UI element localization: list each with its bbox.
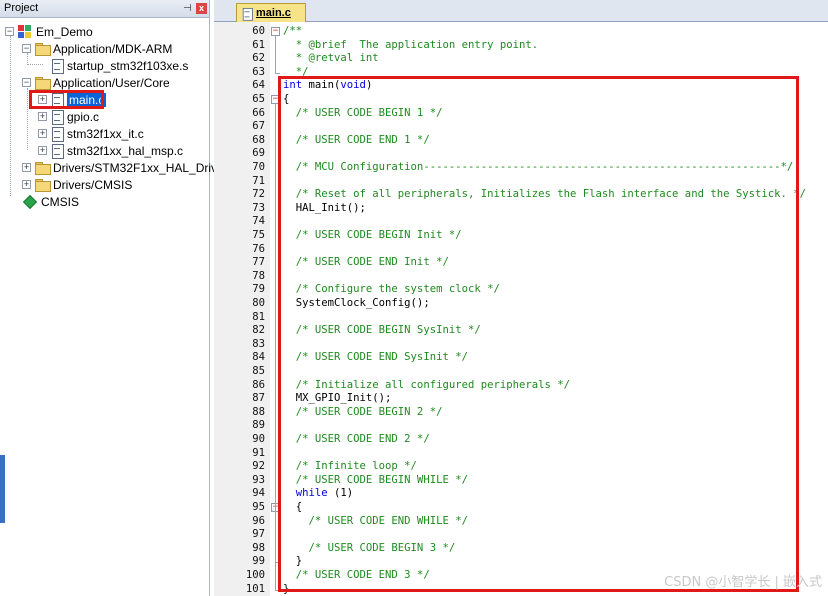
project-panel: Project ⊣ x − Em_Demo − Application/MDK-ARM…	[0, 0, 228, 596]
line-number: 76	[252, 242, 265, 255]
line-number: 82	[252, 324, 265, 337]
tree-item-label: CMSIS	[41, 194, 80, 209]
tree-item[interactable]: − Em_Demo	[5, 23, 93, 40]
line-number: 69	[252, 147, 265, 160]
watermark: CSDN @小智学长 | 嵌入式	[664, 575, 822, 590]
tree-item[interactable]: + stm32f1xx_it.c	[38, 125, 144, 142]
main-function-highlight-box	[278, 76, 799, 592]
line-number: 94	[252, 487, 265, 500]
code-line: * @brief The application entry point.	[283, 38, 539, 51]
tree-item[interactable]: + Drivers/CMSIS	[22, 176, 132, 193]
line-number: 85	[252, 365, 265, 377]
line-number: 90	[252, 433, 265, 445]
line-number: 95	[252, 501, 265, 513]
tree-item[interactable]: CMSIS	[22, 193, 79, 210]
line-number: 71	[252, 174, 265, 187]
expand-icon[interactable]: +	[38, 112, 47, 121]
tree-item[interactable]: − Application/MDK-ARM	[22, 40, 172, 57]
folder-icon	[35, 42, 51, 56]
code-line: * @retval int	[283, 52, 379, 65]
line-number: 98	[252, 541, 265, 554]
tree-item-label: gpio.c	[67, 109, 100, 124]
main-c-highlight-box	[29, 90, 104, 109]
line-number: 65	[252, 93, 265, 105]
line-number: 91	[252, 446, 265, 459]
line-number: 64	[252, 79, 265, 92]
expand-icon[interactable]: +	[22, 163, 31, 172]
line-number: 74	[252, 215, 265, 228]
line-number: 80	[252, 297, 265, 309]
editor-tab-strip: main.c	[214, 0, 828, 22]
expand-icon[interactable]: +	[38, 146, 47, 155]
line-number: 88	[252, 405, 265, 418]
collapse-icon[interactable]: −	[22, 78, 31, 87]
gem-icon	[22, 194, 38, 209]
tab-label: main.c	[256, 7, 291, 19]
tree-connector	[10, 36, 11, 196]
line-number: 60	[252, 25, 265, 37]
folder-icon	[35, 76, 51, 90]
project-panel-header: Project ⊣ x	[0, 0, 209, 18]
tree-item-label: Em_Demo	[36, 24, 93, 39]
line-number: 101	[245, 582, 265, 595]
line-number: 86	[252, 378, 265, 391]
file-icon	[242, 7, 253, 21]
line-number: 78	[252, 269, 265, 282]
line-number: 72	[252, 188, 265, 201]
line-number: 89	[252, 419, 265, 432]
file-icon	[51, 144, 64, 159]
line-number: 79	[252, 283, 265, 296]
line-number: 96	[252, 514, 265, 527]
close-icon[interactable]: x	[196, 3, 207, 14]
line-number: 68	[252, 133, 265, 146]
tree-item-label: stm32f1xx_hal_msp.c	[67, 143, 184, 158]
tree-item-label: startup_stm32f103xe.s	[67, 58, 189, 73]
tree-item[interactable]: + gpio.c	[38, 108, 99, 125]
tree-item[interactable]: + Drivers/STM32F1xx_HAL_Driver	[22, 159, 228, 176]
tree-item-label: Drivers/STM32F1xx_HAL_Driver	[53, 160, 228, 175]
tree-item[interactable]: − Application/User/Core	[22, 74, 170, 91]
line-number: 92	[252, 460, 265, 473]
file-icon	[51, 110, 64, 125]
line-number: 84	[252, 351, 265, 364]
tree-item[interactable]: startup_stm32f103xe.s	[38, 57, 188, 74]
line-number: 67	[252, 120, 265, 133]
project-panel-title: Project	[4, 2, 39, 14]
line-number: 62	[252, 52, 265, 65]
folder-icon	[35, 178, 51, 192]
line-number: 61	[252, 38, 265, 51]
line-number: 97	[252, 528, 265, 541]
line-number: 73	[252, 201, 265, 214]
pin-icon[interactable]: ⊣	[182, 3, 193, 14]
project-icon	[18, 25, 32, 38]
side-dock-tab[interactable]	[0, 455, 5, 523]
folder-icon	[35, 161, 51, 175]
line-number-gutter: 60 61 62 63 64 65 66 67 68 69 70 71 72 73 74 75 76 77 78 79…	[214, 22, 280, 596]
tree-item-label: Application/User/Core	[53, 75, 170, 90]
tree-item-label: Drivers/CMSIS	[53, 177, 133, 192]
line-number: 87	[252, 392, 265, 405]
file-icon	[51, 59, 64, 74]
tree-connector	[27, 88, 28, 150]
line-number: 77	[252, 256, 265, 269]
line-number: 83	[252, 337, 265, 350]
tree-item-label: stm32f1xx_it.c	[67, 126, 144, 141]
tree-item[interactable]: + stm32f1xx_hal_msp.c	[38, 142, 183, 159]
collapse-icon[interactable]: −	[5, 27, 14, 36]
collapse-icon[interactable]: −	[22, 44, 31, 53]
line-number: 99	[252, 555, 265, 568]
line-number: 93	[252, 473, 265, 486]
line-number: 70	[252, 161, 265, 173]
expand-icon[interactable]: +	[38, 129, 47, 138]
file-icon	[51, 127, 64, 142]
line-number: 66	[252, 106, 265, 119]
tree-item-label: Application/MDK-ARM	[53, 41, 173, 56]
code-line: /**	[283, 25, 303, 37]
line-number: 75	[252, 229, 265, 241]
expand-icon[interactable]: +	[22, 180, 31, 189]
line-number: 100	[245, 569, 265, 581]
tab-main-c[interactable]: main.c	[236, 3, 306, 22]
line-number: 81	[252, 310, 265, 323]
line-number: 63	[252, 65, 265, 78]
